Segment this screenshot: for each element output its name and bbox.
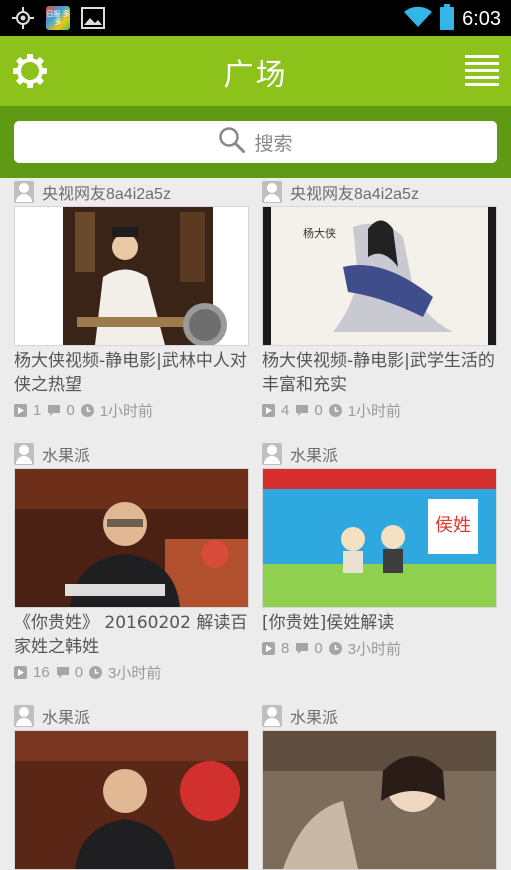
post-time: 1小时前: [347, 402, 402, 420]
video-thumbnail[interactable]: 杨大侠: [262, 206, 497, 346]
video-thumbnail[interactable]: [14, 206, 249, 346]
video-card[interactable]: 水果派: [14, 702, 249, 870]
search-input[interactable]: 搜索: [14, 121, 497, 163]
clock-icon: [328, 403, 342, 417]
card-user[interactable]: 央视网友8a4i2a5z: [262, 178, 497, 206]
clock-icon: [328, 641, 342, 655]
comment-icon: [56, 666, 69, 679]
avatar: [262, 705, 282, 727]
card-user[interactable]: 水果派: [14, 702, 249, 730]
card-user[interactable]: 水果派: [14, 440, 249, 468]
video-thumbnail[interactable]: [14, 468, 249, 608]
location-icon: [10, 5, 36, 31]
app-bar: 广场: [0, 36, 511, 106]
video-title[interactable]: 杨大侠视频-静电影|武学生活的丰富和充实: [262, 349, 497, 397]
svg-text:侯姓: 侯姓: [435, 515, 471, 536]
comment-icon: [47, 404, 61, 417]
user-name: 央视网友8a4i2a5z: [42, 186, 171, 203]
avatar: [14, 443, 34, 465]
card-user[interactable]: 水果派: [262, 440, 497, 468]
status-time: 6:03: [462, 7, 501, 30]
post-time: 3小时前: [108, 664, 162, 682]
comment-icon: [295, 404, 309, 417]
comment-count: 0: [314, 639, 323, 657]
video-meta: 1 0 1小时前: [14, 399, 249, 421]
play-count-icon: [262, 641, 275, 655]
user-name: 央视网友8a4i2a5z: [290, 186, 419, 203]
search-bar-container: 搜索: [0, 106, 511, 178]
video-meta: 8 0 3小时前: [262, 637, 497, 659]
avatar: [14, 705, 34, 727]
video-title[interactable]: 《你贵姓》 20160202 解读百家姓之韩姓: [14, 611, 249, 659]
avatar: [14, 181, 34, 203]
svg-text:杨大侠: 杨大侠: [303, 226, 336, 240]
comment-icon: [295, 642, 309, 655]
menu-icon[interactable]: [465, 53, 499, 89]
post-time: 3小时前: [347, 640, 402, 658]
wifi-icon: [404, 6, 433, 32]
battery-icon: [440, 4, 455, 34]
card-user[interactable]: 水果派: [262, 702, 497, 730]
play-count: 16: [33, 663, 50, 681]
search-icon: [218, 126, 246, 159]
video-card[interactable]: 央视网友8a4i2a5z 杨大侠视频-静电影|武林中人对侠之热望 1 0 1小时…: [14, 178, 249, 421]
play-count: 4: [281, 401, 290, 419]
play-count: 8: [281, 639, 290, 657]
avatar: [262, 181, 282, 203]
page-title: 广场: [223, 58, 288, 93]
card-user[interactable]: 央视网友8a4i2a5z: [14, 178, 249, 206]
comment-count: 0: [314, 401, 323, 419]
app-notification-icon: 日报 多多: [46, 6, 70, 30]
comment-count: 0: [74, 663, 84, 681]
search-placeholder: 搜索: [254, 132, 293, 155]
video-card[interactable]: 水果派 侯姓 [你贵姓]侯姓解读 8 0 3小时前: [262, 440, 497, 659]
image-icon: [80, 5, 106, 31]
video-thumbnail[interactable]: 侯姓: [262, 468, 497, 608]
clock-icon: [89, 665, 103, 679]
avatar: [262, 443, 282, 465]
play-count-icon: [14, 665, 27, 679]
user-name: 水果派: [290, 710, 339, 727]
user-name: 水果派: [42, 448, 91, 465]
clock-icon: [80, 403, 94, 417]
video-meta: 16 0 3小时前: [14, 661, 249, 683]
video-thumbnail[interactable]: [262, 730, 497, 870]
video-title[interactable]: 杨大侠视频-静电影|武林中人对侠之热望: [14, 349, 249, 397]
video-card[interactable]: 央视网友8a4i2a5z 杨大侠 杨大侠视频-静电影|武学生活的丰富和充实 4 …: [262, 178, 497, 421]
user-name: 水果派: [42, 710, 91, 727]
play-count-icon: [262, 403, 275, 417]
video-card[interactable]: 水果派: [262, 702, 497, 870]
play-count: 1: [33, 401, 42, 419]
play-count-icon: [14, 403, 27, 417]
post-time: 1小时前: [99, 402, 154, 420]
status-bar: 日报 多多 6:03: [0, 0, 511, 36]
video-card[interactable]: 水果派 《你贵姓》 20160202 解读百家姓之韩姓 16 0 3小时前: [14, 440, 249, 683]
comment-count: 0: [66, 401, 75, 419]
video-meta: 4 0 1小时前: [262, 399, 497, 421]
video-thumbnail[interactable]: [14, 730, 249, 870]
user-name: 水果派: [290, 448, 339, 465]
